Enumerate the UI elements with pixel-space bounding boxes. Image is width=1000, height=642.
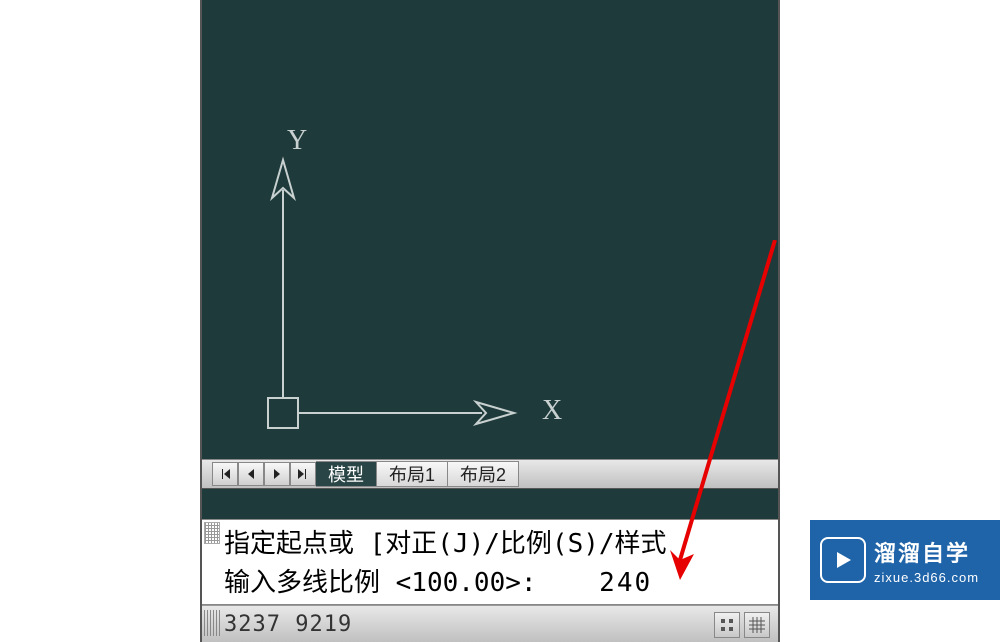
play-icon [820,537,866,583]
command-history-line: 指定起点或 [对正(J)/比例(S)/样式 [224,523,778,560]
tab-nav-next-button[interactable] [264,462,290,486]
status-bar: 3237 9219 [202,605,778,642]
tab-nav-first-button[interactable] [212,462,238,486]
layout-tabs-bar: 模型 布局1 布局2 [202,459,778,489]
drawing-canvas[interactable]: Y X [202,0,778,480]
watermark-url: zixue.3d66.com [874,570,979,585]
command-grip-icon[interactable] [204,522,220,544]
ucs-origin-icon [262,130,562,450]
tab-layout1[interactable]: 布局1 [377,461,448,487]
tab-nav-last-button[interactable] [290,462,316,486]
watermark-badge: 溜溜自学 zixue.3d66.com [810,520,1000,600]
x-axis-label: X [542,395,562,427]
grid-toggle-icon[interactable] [744,612,770,638]
status-grip-icon [204,610,220,636]
y-axis-label: Y [287,125,307,157]
command-prompt-text: 输入多线比例 <100.00>: [224,568,537,598]
status-coordinates: 3237 9219 [224,612,352,637]
tab-model[interactable]: 模型 [316,461,377,487]
command-window[interactable]: 指定起点或 [对正(J)/比例(S)/样式 输入多线比例 <100.00>: 2… [202,519,778,605]
watermark-title: 溜溜自学 [874,536,979,568]
command-input-value[interactable]: 240 [599,568,652,598]
snap-toggle-icon[interactable] [714,612,740,638]
tab-layout2[interactable]: 布局2 [448,461,519,487]
status-icons-group [714,612,770,638]
command-prompt-line: 输入多线比例 <100.00>: 240 [224,562,778,599]
cad-application-window: Y X 模型 布局1 布局2 指定起点或 [对正(J)/比例(S)/样式 输入多… [200,0,780,642]
tab-nav-prev-button[interactable] [238,462,264,486]
